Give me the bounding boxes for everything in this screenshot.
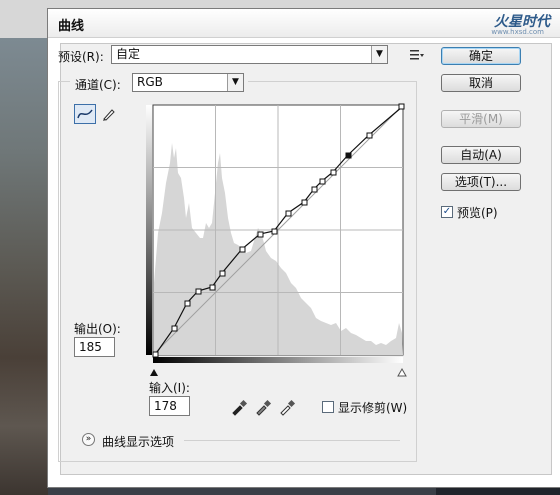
- preset-dropdown[interactable]: 自定 ▼: [111, 45, 388, 64]
- curve-display-options-label[interactable]: 曲线显示选项: [102, 433, 174, 450]
- group-border-top-right: [248, 81, 416, 82]
- dialog-title: 曲线: [58, 19, 85, 34]
- smooth-button[interactable]: 平滑(M): [441, 110, 521, 128]
- black-point-slider: [150, 369, 158, 376]
- gray-point-eyedropper-icon[interactable]: [254, 398, 272, 416]
- group-border-bottom: [58, 461, 417, 462]
- options-button[interactable]: 选项(T)...: [441, 173, 521, 191]
- input-field[interactable]: 178: [149, 396, 190, 416]
- options-divider: [184, 440, 400, 441]
- pencil-tool-icon[interactable]: [98, 104, 120, 124]
- chevron-down-icon: ▼: [227, 74, 243, 91]
- output-gradient-bar: [146, 105, 152, 355]
- input-label: 输入(I):: [149, 381, 190, 395]
- preview-checkbox[interactable]: ✓: [441, 206, 453, 218]
- group-border-right: [416, 81, 417, 461]
- title-bar[interactable]: 曲线 火星时代 www.hxsd.com: [48, 9, 560, 38]
- show-clipping-checkbox[interactable]: [322, 401, 334, 413]
- show-clipping-label: 显示修剪(W): [338, 401, 408, 415]
- curve-point-tool-icon[interactable]: [74, 104, 96, 124]
- background-photo: [0, 38, 48, 495]
- watermark-url: www.hxsd.com: [491, 28, 544, 36]
- black-point-eyedropper-icon[interactable]: [230, 398, 248, 416]
- channel-dropdown[interactable]: RGB ▼: [132, 73, 244, 92]
- white-point-eyedropper-icon[interactable]: [278, 398, 296, 416]
- channel-label: 通道(C):: [75, 78, 121, 92]
- channel-value: RGB: [137, 75, 163, 89]
- cancel-button[interactable]: 取消: [441, 74, 521, 92]
- auto-button[interactable]: 自动(A): [441, 146, 521, 164]
- group-border-top-left: [58, 81, 70, 82]
- preset-value: 自定: [116, 47, 141, 61]
- expand-chevron-icon[interactable]: »: [82, 433, 95, 446]
- ok-button[interactable]: 确定: [441, 47, 521, 65]
- output-label: 输出(O):: [74, 322, 121, 336]
- preset-options-icon[interactable]: [406, 45, 428, 65]
- input-gradient-bar: [153, 357, 403, 363]
- white-point-slider: [397, 367, 407, 377]
- preview-label: 预览(P): [457, 206, 498, 220]
- group-border-left: [58, 81, 59, 461]
- output-field[interactable]: 185: [74, 337, 115, 357]
- curves-dialog: 曲线 火星时代 www.hxsd.com 预设(R): 自定 ▼ 通道(C): …: [47, 8, 560, 488]
- chevron-down-icon: ▼: [371, 46, 387, 63]
- preset-label: 预设(R):: [58, 50, 104, 64]
- curve-graph[interactable]: [146, 103, 409, 390]
